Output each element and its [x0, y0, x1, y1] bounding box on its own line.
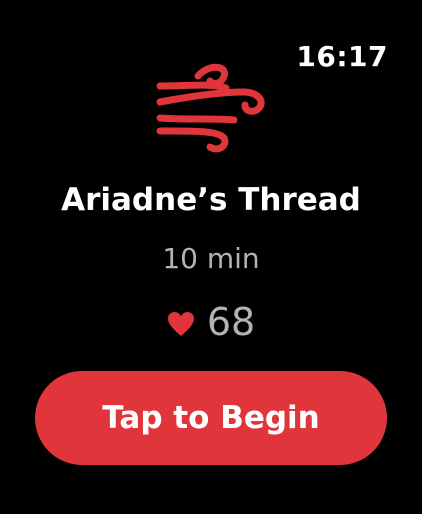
session-duration: 10 min: [162, 242, 260, 275]
status-time: 16:17: [296, 40, 388, 73]
watch-screen: 16:17 Ariadne’s Thread 10 min 68 Tap to …: [0, 0, 422, 514]
begin-button-label: Tap to Begin: [102, 400, 320, 436]
heart-icon: [167, 312, 194, 336]
heart-rate-row: 68: [0, 300, 422, 344]
session-title: Ariadne’s Thread: [61, 182, 361, 218]
breathe-wind-icon: [156, 63, 265, 153]
heart-rate-value: 68: [206, 300, 256, 344]
tap-to-begin-button[interactable]: Tap to Begin: [35, 371, 387, 465]
